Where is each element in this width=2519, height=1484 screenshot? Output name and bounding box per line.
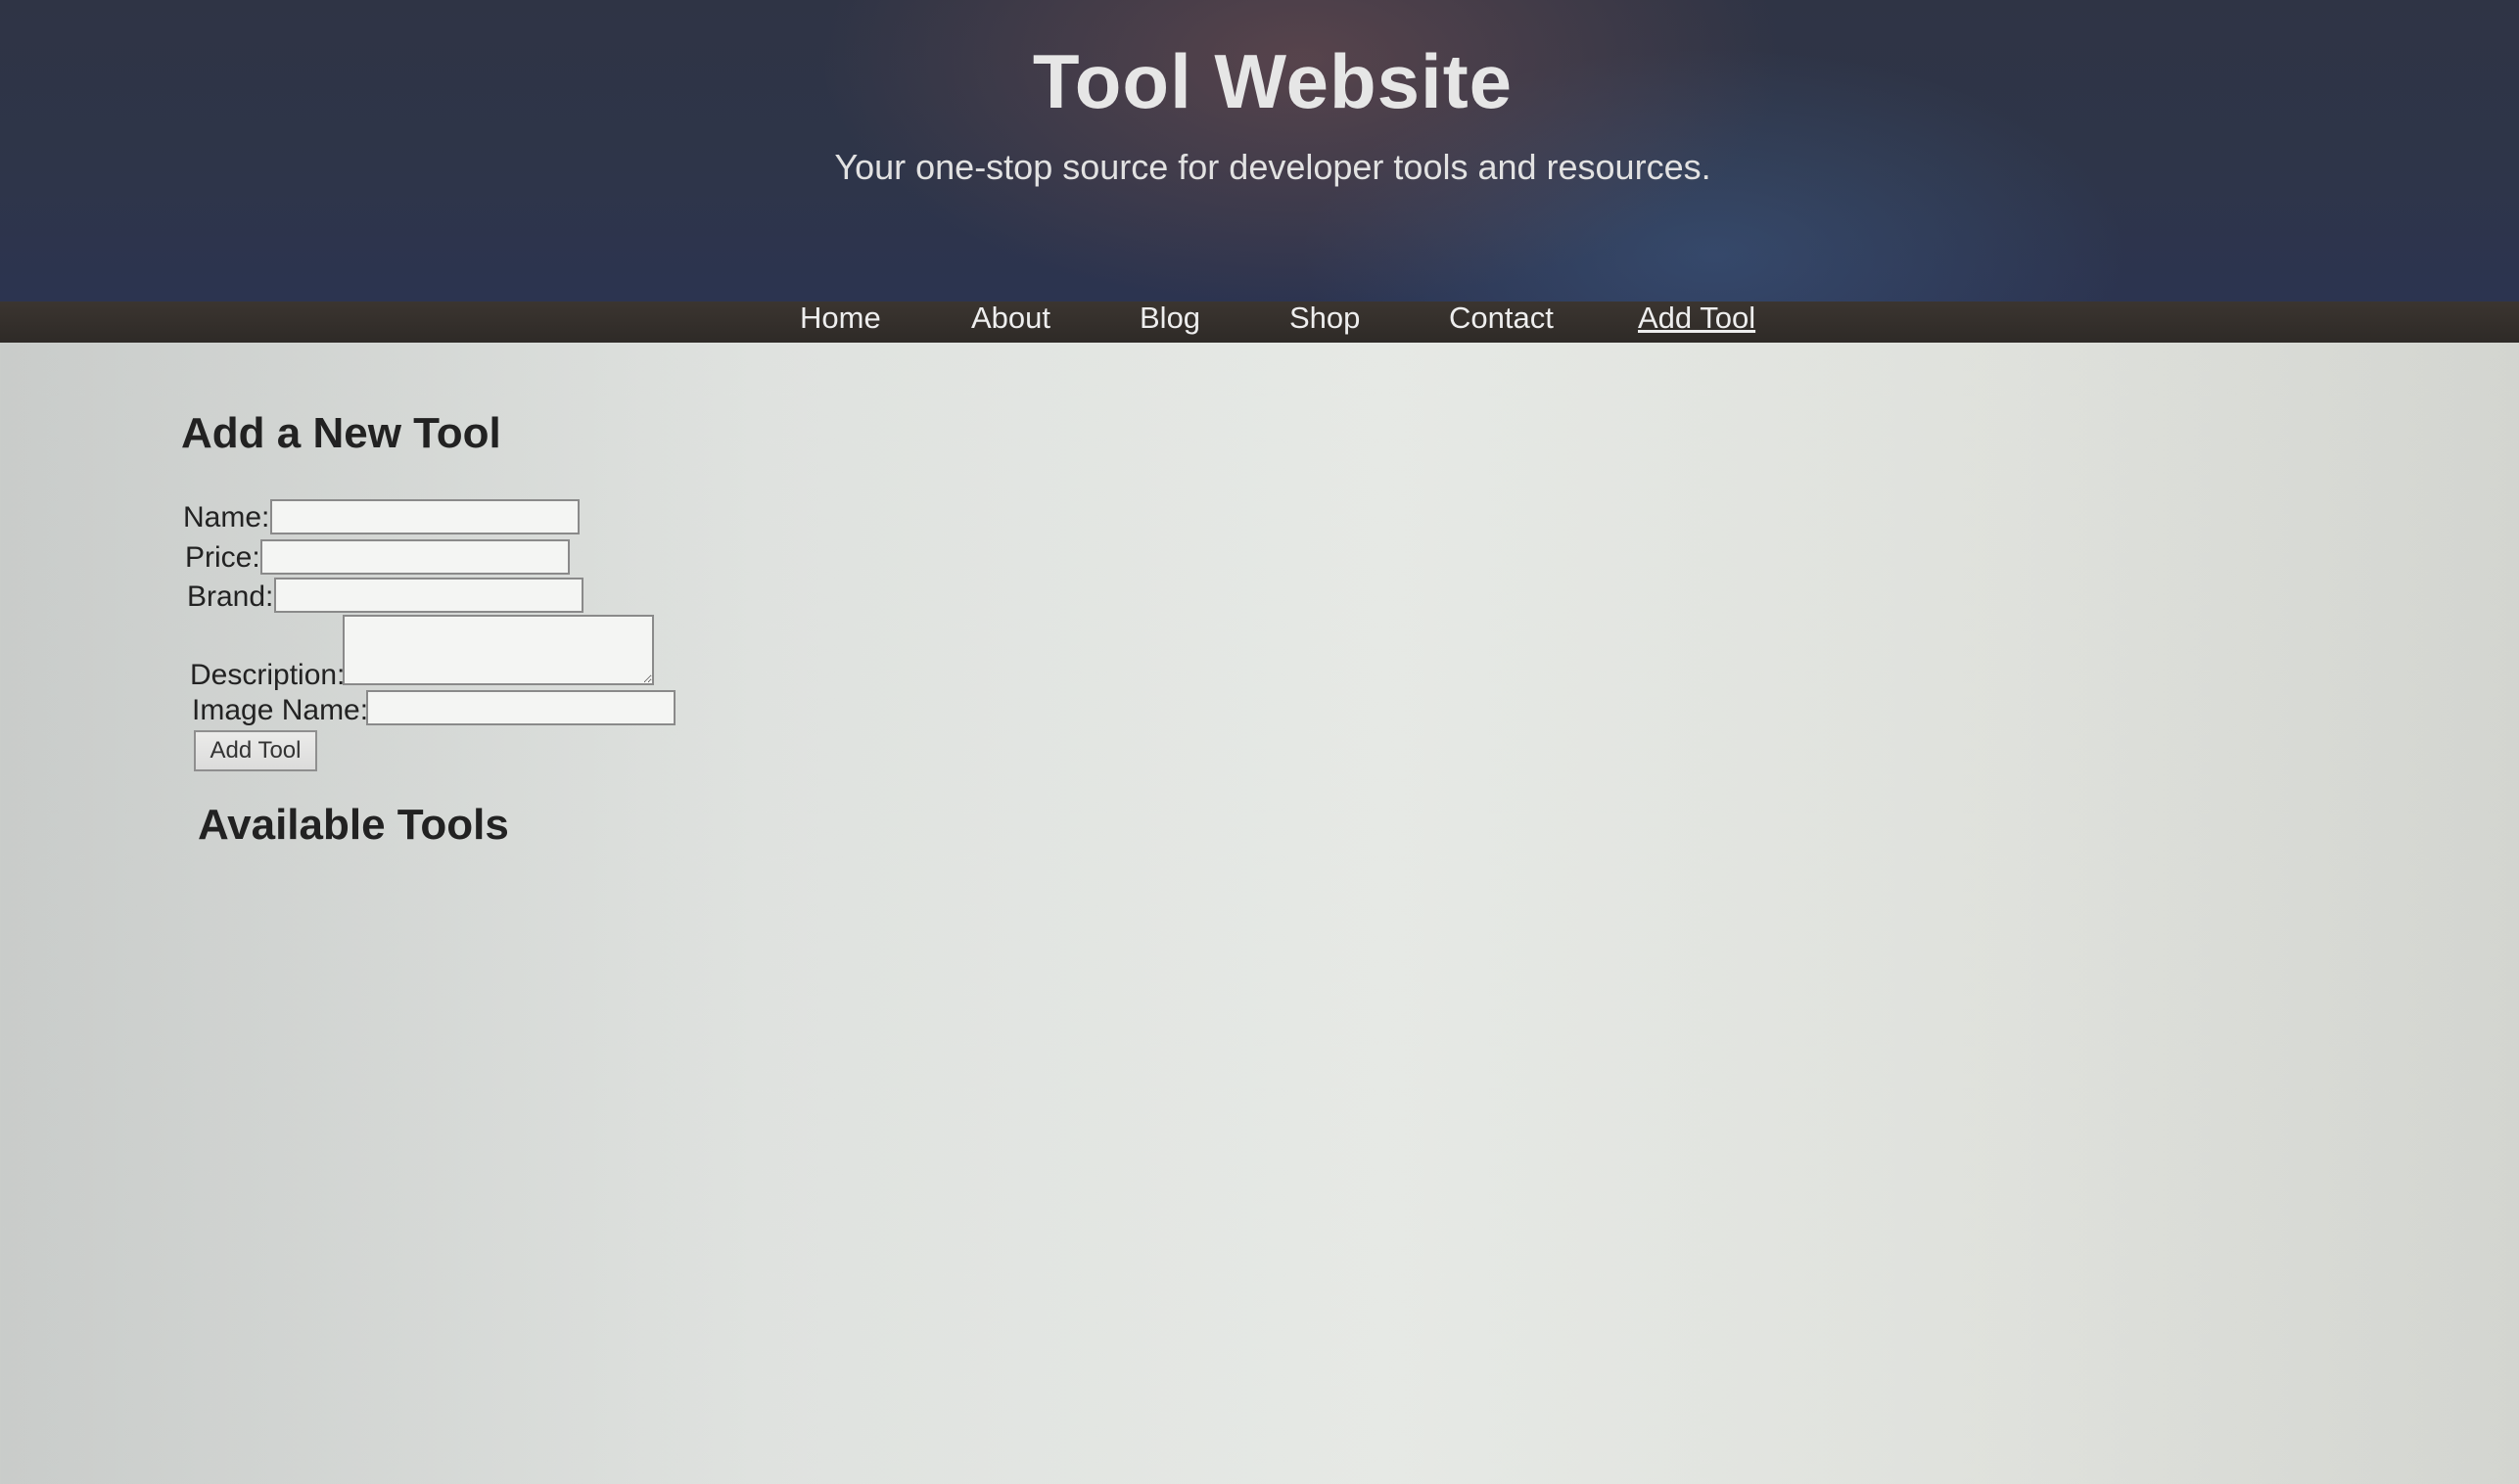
nav-item-home[interactable]: Home — [800, 301, 881, 343]
site-title: Tool Website — [1032, 38, 1514, 124]
price-label: Price: — [185, 541, 260, 574]
name-label: Name: — [183, 501, 270, 533]
nav-item-contact[interactable]: Contact — [1449, 301, 1554, 343]
image-name-label: Image Name: — [192, 694, 369, 726]
site-header: Tool Website Your one-stop source for de… — [0, 0, 2519, 301]
add-tool-heading: Add a New Tool — [181, 409, 501, 457]
nav-item-shop[interactable]: Shop — [1289, 301, 1360, 343]
description-textarea[interactable] — [343, 615, 654, 685]
nav-item-add-tool[interactable]: Add Tool — [1638, 301, 1755, 343]
image-name-input[interactable] — [366, 690, 676, 725]
price-input[interactable] — [260, 539, 570, 575]
available-tools-heading: Available Tools — [198, 801, 509, 849]
brand-label: Brand: — [187, 580, 274, 613]
nav-item-about[interactable]: About — [971, 301, 1050, 343]
brand-input[interactable] — [274, 578, 583, 613]
main-nav: Home About Blog Shop Contact Add Tool — [0, 301, 2519, 343]
add-tool-button[interactable]: Add Tool — [194, 730, 317, 771]
site-tagline: Your one-stop source for developer tools… — [834, 147, 1711, 187]
name-input[interactable] — [270, 499, 580, 534]
description-label: Description: — [190, 659, 346, 691]
nav-item-blog[interactable]: Blog — [1140, 301, 1200, 343]
